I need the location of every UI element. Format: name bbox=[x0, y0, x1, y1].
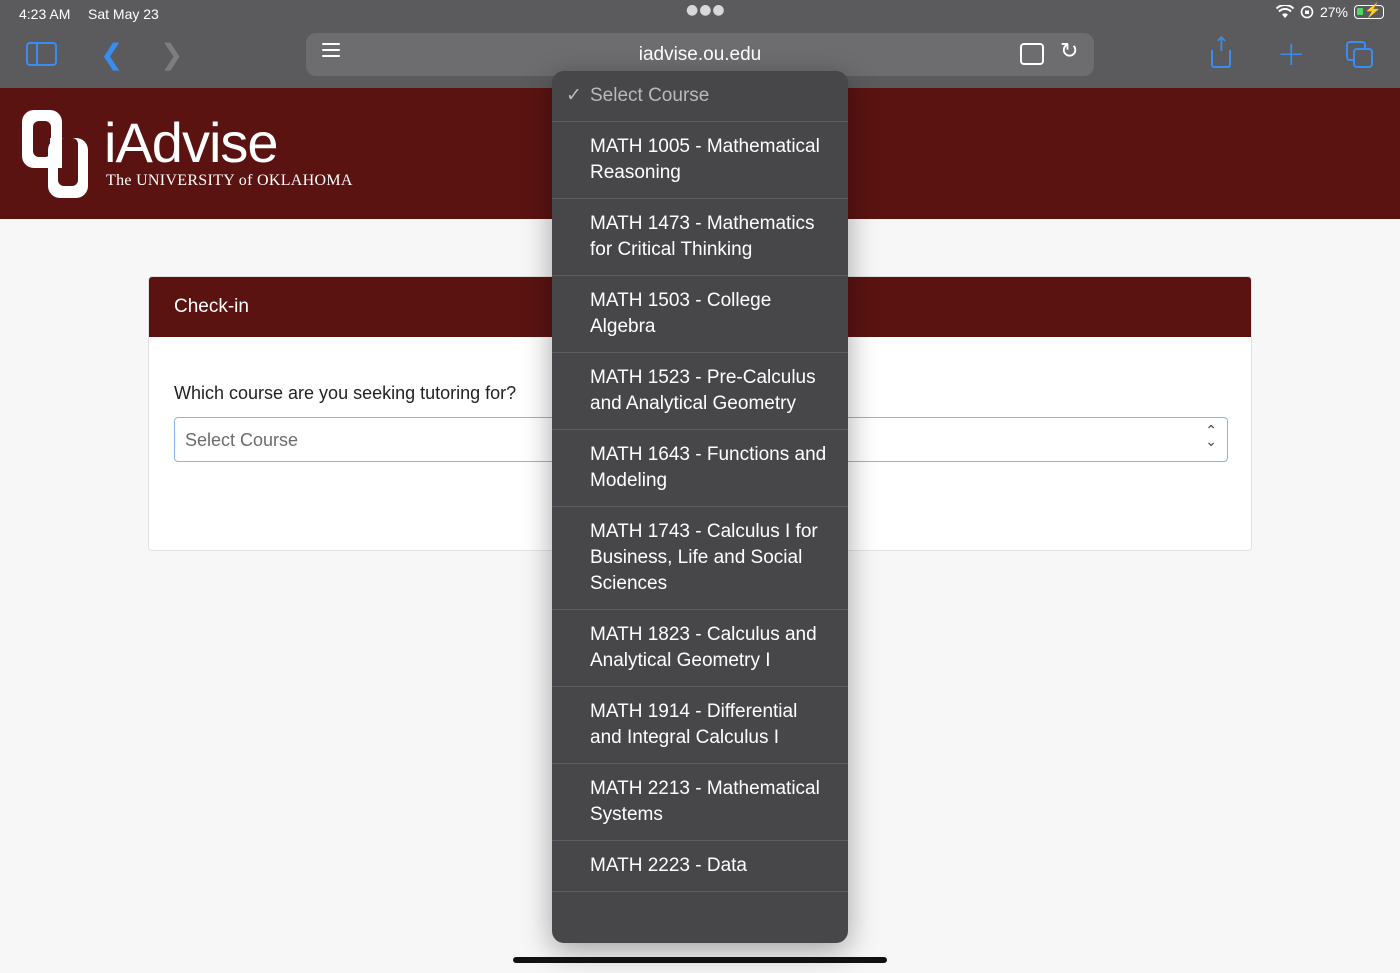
battery-icon: ⚡ bbox=[1354, 2, 1384, 19]
brand-subtitle: The UNIVERSITY of OKLAHOMA bbox=[106, 172, 353, 189]
dropdown-option[interactable]: MATH 1743 - Calculus I for Business, Lif… bbox=[552, 507, 848, 610]
dropdown-option[interactable]: MATH 2223 - Data bbox=[552, 841, 848, 892]
status-indicators: 27% ⚡ bbox=[1275, 2, 1384, 20]
wifi-icon bbox=[1275, 5, 1294, 18]
ou-logo[interactable] bbox=[20, 108, 90, 200]
brand-title[interactable]: iAdvise bbox=[104, 110, 279, 175]
dropdown-option[interactable]: MATH 1503 - College Algebra bbox=[552, 276, 848, 353]
new-tab-icon[interactable]: + bbox=[1277, 34, 1306, 74]
course-select-value: Select Course bbox=[185, 430, 299, 450]
dropdown-option[interactable]: MATH 1914 - Differential and Integral Ca… bbox=[552, 687, 848, 764]
translate-icon[interactable] bbox=[1020, 43, 1044, 65]
select-caret-icon: ⌃ ⌄ bbox=[1205, 423, 1217, 450]
back-icon[interactable]: ❮ bbox=[100, 38, 123, 71]
course-dropdown-menu[interactable]: ✓ Select Course MATH 1005 - Mathematical… bbox=[552, 71, 848, 943]
home-indicator[interactable] bbox=[513, 957, 887, 963]
dropdown-option[interactable]: MATH 1523 - Pre-Calculus and Analytical … bbox=[552, 353, 848, 430]
dropdown-option[interactable]: MATH 1823 - Calculus and Analytical Geom… bbox=[552, 610, 848, 687]
sidebar-toggle-icon[interactable] bbox=[26, 42, 57, 66]
dropdown-option[interactable]: MATH 1005 - Mathematical Reasoning bbox=[552, 122, 848, 199]
orientation-lock-icon bbox=[1300, 5, 1314, 19]
multitasking-dots-icon[interactable]: ●●● bbox=[686, 2, 726, 18]
dropdown-option[interactable]: MATH 2213 - Mathematical Systems bbox=[552, 764, 848, 841]
share-icon[interactable]: ↑ bbox=[1209, 32, 1233, 68]
forward-icon[interactable]: ❯ bbox=[160, 38, 183, 71]
address-bar[interactable]: iadvise.ou.edu ↻ bbox=[306, 33, 1094, 76]
url-text[interactable]: iadvise.ou.edu bbox=[306, 44, 1094, 66]
tab-overview-icon[interactable] bbox=[1346, 41, 1374, 69]
reload-icon[interactable]: ↻ bbox=[1060, 39, 1078, 64]
status-date: Sat May 23 bbox=[88, 6, 159, 22]
option-label: Select Course bbox=[590, 85, 710, 106]
dropdown-option[interactable]: MATH 1473 - Mathematics for Critical Thi… bbox=[552, 199, 848, 276]
dropdown-option[interactable]: MATH 1643 - Functions and Modeling bbox=[552, 430, 848, 507]
dropdown-option-selected[interactable]: ✓ Select Course bbox=[552, 71, 848, 122]
status-time: 4:23 AM bbox=[19, 6, 71, 22]
checkmark-icon: ✓ bbox=[566, 85, 582, 106]
battery-percent: 27% bbox=[1319, 4, 1348, 20]
course-question-label: Which course are you seeking tutoring fo… bbox=[174, 383, 517, 403]
